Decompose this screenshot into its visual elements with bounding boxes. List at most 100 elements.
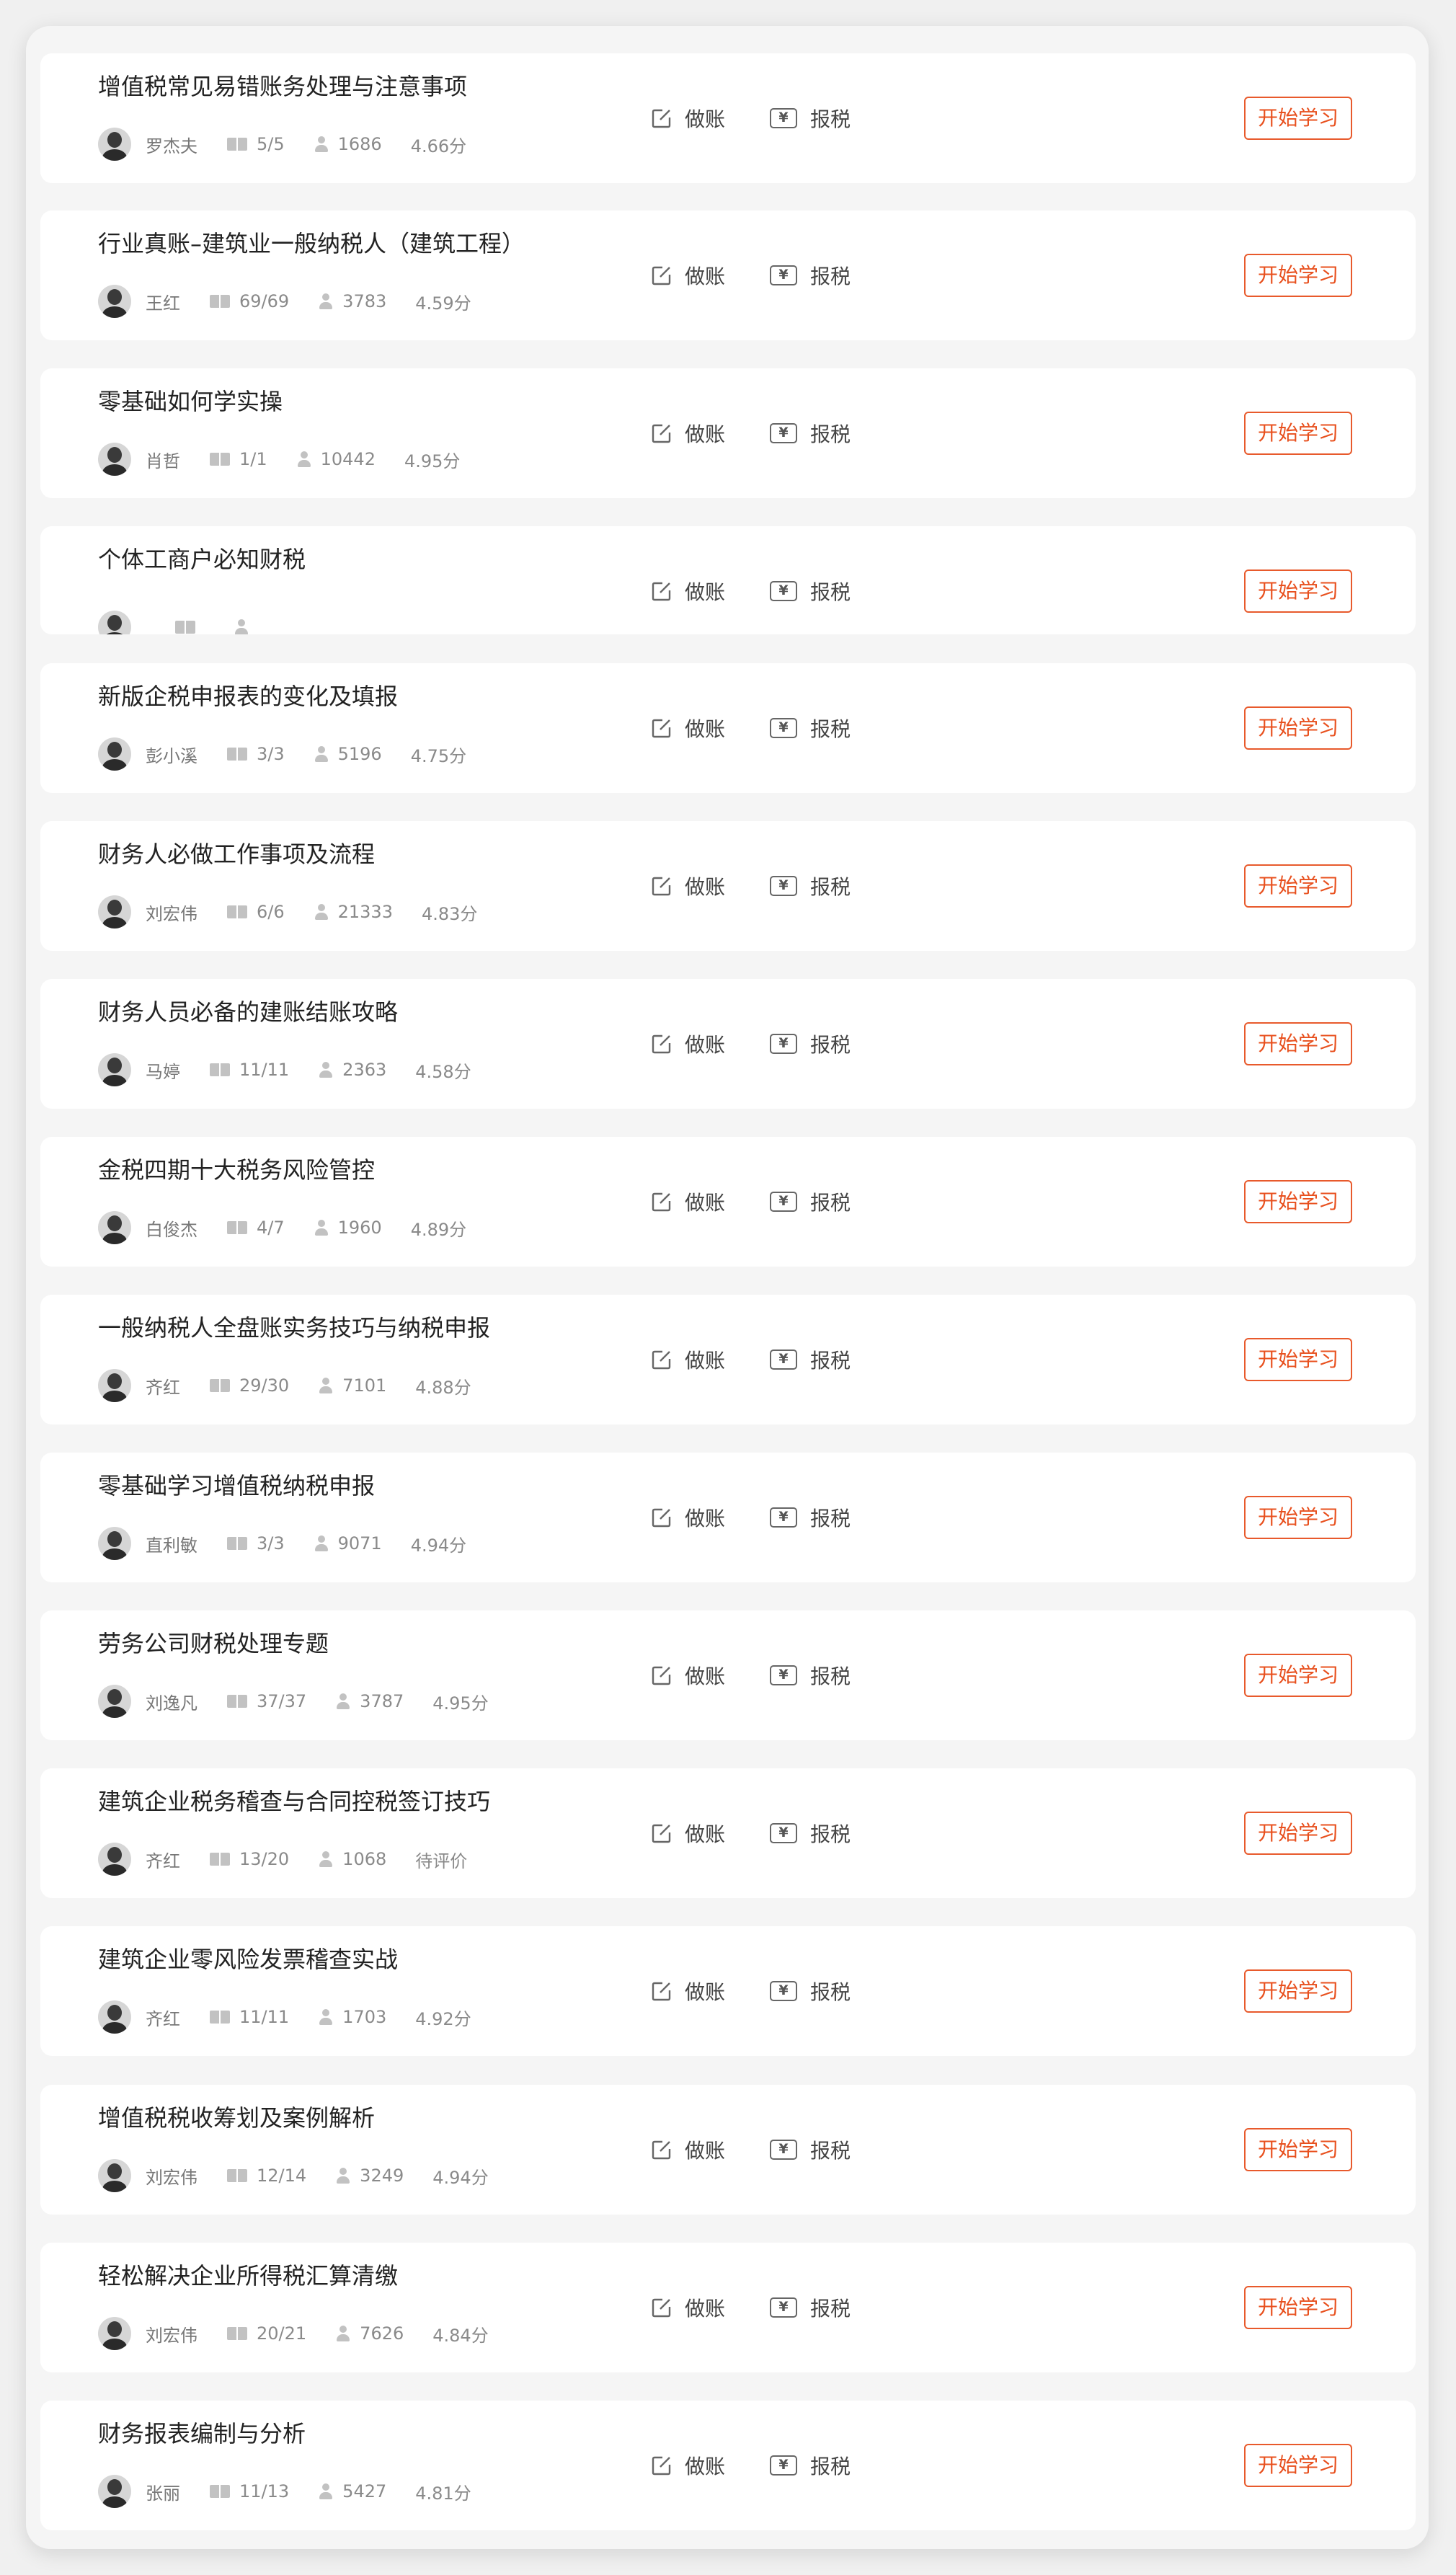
course-title[interactable]: 增值税税收筹划及案例解析 xyxy=(98,2104,375,2132)
start-learning-button[interactable]: 开始学习 xyxy=(1244,2128,1352,2171)
course-card[interactable]: 财务报表编制与分析 张丽 11/13 5427 4.81分 做账 ¥ 报税 开始… xyxy=(40,2401,1416,2530)
course-title[interactable]: 财务报表编制与分析 xyxy=(98,2419,306,2448)
yen-icon: ¥ xyxy=(770,581,797,601)
start-learning-button[interactable]: 开始学习 xyxy=(1244,1812,1352,1855)
course-card[interactable]: 行业真账–建筑业一般纳税人（建筑工程） 王红 69/69 3783 4.59分 … xyxy=(40,210,1416,340)
teacher-name: 齐红 xyxy=(146,2008,180,2029)
start-learning-button[interactable]: 开始学习 xyxy=(1244,254,1352,297)
tag-tax-filing: ¥ 报税 xyxy=(770,1187,851,1216)
course-rating: 4.84分 xyxy=(432,2325,489,2346)
start-learning-button[interactable]: 开始学习 xyxy=(1244,1180,1352,1223)
course-title[interactable]: 金税四期十大税务风险管控 xyxy=(98,1156,375,1184)
course-title[interactable]: 建筑企业零风险发票稽查实战 xyxy=(98,1945,398,1974)
start-learning-button[interactable]: 开始学习 xyxy=(1244,864,1352,908)
course-card[interactable]: 财务人必做工作事项及流程 刘宏伟 6/6 21333 4.83分 做账 ¥ 报税… xyxy=(40,821,1416,951)
start-learning-button[interactable]: 开始学习 xyxy=(1244,706,1352,750)
user-icon xyxy=(234,619,249,634)
course-title[interactable]: 财务人员必备的建账结账攻略 xyxy=(98,998,398,1027)
lesson-progress: 11/13 xyxy=(239,2481,290,2501)
course-card[interactable]: 新版企税申报表的变化及填报 彭小溪 3/3 5196 4.75分 做账 ¥ 报税… xyxy=(40,663,1416,793)
learner-count: 1068 xyxy=(342,1849,387,1869)
learner-count: 1686 xyxy=(337,134,382,154)
user-icon xyxy=(314,1219,329,1236)
course-card[interactable]: 零基础如何学实操 肖哲 1/1 10442 4.95分 做账 ¥ 报税 开始学习 xyxy=(40,368,1416,498)
lesson-progress: 37/37 xyxy=(257,1691,307,1711)
start-learning-button[interactable]: 开始学习 xyxy=(1244,1654,1352,1697)
course-title[interactable]: 零基础如何学实操 xyxy=(98,387,283,416)
course-title[interactable]: 建筑企业税务稽查与合同控税签订技巧 xyxy=(98,1787,490,1816)
course-card[interactable]: 财务人员必备的建账结账攻略 马婷 11/11 2363 4.58分 做账 ¥ 报… xyxy=(40,979,1416,1109)
tag-bookkeeping-label: 做账 xyxy=(685,1191,726,1215)
start-learning-button[interactable]: 开始学习 xyxy=(1244,1969,1352,2013)
start-learning-button[interactable]: 开始学习 xyxy=(1244,97,1352,140)
course-card[interactable]: 个体工商户必知财税 做账 ¥ 报税 开始学习 xyxy=(40,526,1416,634)
lesson-progress: 4/7 xyxy=(257,1218,285,1238)
course-card[interactable]: 劳务公司财税处理专题 刘逸凡 37/37 3787 4.95分 做账 ¥ 报税 … xyxy=(40,1610,1416,1740)
course-meta: 刘宏伟 20/21 7626 4.84分 xyxy=(98,2316,489,2351)
start-learning-button[interactable]: 开始学习 xyxy=(1244,569,1352,613)
edit-icon xyxy=(652,582,671,601)
user-icon xyxy=(335,2325,351,2342)
course-card[interactable]: 增值税税收筹划及案例解析 刘宏伟 12/14 3249 4.94分 做账 ¥ 报… xyxy=(40,2085,1416,2215)
book-icon xyxy=(226,1535,248,1551)
course-title[interactable]: 劳务公司财税处理专题 xyxy=(98,1629,329,1658)
course-card[interactable]: 轻松解决企业所得税汇算清缴 刘宏伟 20/21 7626 4.84分 做账 ¥ … xyxy=(40,2243,1416,2372)
start-learning-button[interactable]: 开始学习 xyxy=(1244,412,1352,455)
tag-tax-filing-label: 报税 xyxy=(810,1191,851,1215)
yen-icon: ¥ xyxy=(770,1507,797,1528)
teacher-name: 刘逸凡 xyxy=(146,1693,197,1714)
start-learning-button[interactable]: 开始学习 xyxy=(1244,2286,1352,2329)
start-learning-button[interactable]: 开始学习 xyxy=(1244,1022,1352,1065)
course-rating: 4.59分 xyxy=(415,293,471,314)
start-learning-button[interactable]: 开始学习 xyxy=(1244,1496,1352,1539)
course-title[interactable]: 财务人必做工作事项及流程 xyxy=(98,840,375,869)
tag-bookkeeping-label: 做账 xyxy=(685,107,726,131)
tag-tax-filing-label: 报税 xyxy=(810,107,851,131)
tag-bookkeeping: 做账 xyxy=(652,1029,725,1058)
course-title[interactable]: 一般纳税人全盘账实务技巧与纳税申报 xyxy=(98,1313,490,1342)
book-icon xyxy=(226,136,248,152)
learner-count: 1703 xyxy=(342,2007,387,2027)
tag-tax-filing: ¥ 报税 xyxy=(770,577,851,606)
course-title[interactable]: 轻松解决企业所得税汇算清缴 xyxy=(98,2261,398,2290)
lesson-progress: 29/30 xyxy=(239,1375,290,1396)
tag-tax-filing: ¥ 报税 xyxy=(770,1977,851,2006)
course-title[interactable]: 个体工商户必知财税 xyxy=(98,545,306,574)
tag-tax-filing-label: 报税 xyxy=(810,1033,851,1057)
course-card[interactable]: 建筑企业零风险发票稽查实战 齐红 11/11 1703 4.92分 做账 ¥ 报… xyxy=(40,1926,1416,2056)
course-rating: 待评价 xyxy=(415,1851,468,1871)
lesson-progress: 20/21 xyxy=(257,2323,307,2344)
book-icon xyxy=(226,2326,248,2341)
course-title[interactable]: 行业真账–建筑业一般纳税人（建筑工程） xyxy=(98,229,525,258)
edit-icon xyxy=(652,1034,671,1054)
edit-icon xyxy=(652,877,671,896)
course-card[interactable]: 建筑企业税务稽查与合同控税签订技巧 齐红 13/20 1068 待评价 做账 ¥… xyxy=(40,1768,1416,1898)
course-card[interactable]: 金税四期十大税务风险管控 白俊杰 4/7 1960 4.89分 做账 ¥ 报税 … xyxy=(40,1137,1416,1267)
course-title[interactable]: 零基础学习增值税纳税申报 xyxy=(98,1471,375,1500)
teacher-avatar xyxy=(98,443,131,476)
tag-bookkeeping: 做账 xyxy=(652,872,725,900)
teacher-name: 王红 xyxy=(146,293,180,314)
teacher-avatar xyxy=(98,1053,131,1086)
course-card[interactable]: 零基础学习增值税纳税申报 直利敏 3/3 9071 4.94分 做账 ¥ 报税 … xyxy=(40,1453,1416,1582)
tag-bookkeeping: 做账 xyxy=(652,2293,725,2322)
course-meta: 白俊杰 4/7 1960 4.89分 xyxy=(98,1210,466,1245)
course-card[interactable]: 增值税常见易错账务处理与注意事项 罗杰夫 5/5 1686 4.66分 做账 ¥… xyxy=(40,53,1416,183)
course-meta: 罗杰夫 5/5 1686 4.66分 xyxy=(98,127,466,161)
course-title[interactable]: 增值税常见易错账务处理与注意事项 xyxy=(98,72,467,101)
course-card[interactable]: 一般纳税人全盘账实务技巧与纳税申报 齐红 29/30 7101 4.88分 做账… xyxy=(40,1295,1416,1424)
tag-bookkeeping: 做账 xyxy=(652,2135,725,2164)
book-icon xyxy=(226,1220,248,1236)
teacher-avatar xyxy=(98,1211,131,1244)
course-meta: 马婷 11/11 2363 4.58分 xyxy=(98,1052,471,1087)
start-learning-button[interactable]: 开始学习 xyxy=(1244,1338,1352,1381)
learner-count: 9071 xyxy=(337,1533,382,1554)
edit-icon xyxy=(652,1666,671,1685)
course-title[interactable]: 新版企税申报表的变化及填报 xyxy=(98,682,398,711)
start-learning-button[interactable]: 开始学习 xyxy=(1244,2444,1352,2487)
tag-bookkeeping: 做账 xyxy=(652,1661,725,1690)
edit-icon xyxy=(652,719,671,738)
course-meta: 王红 69/69 3783 4.59分 xyxy=(98,284,471,319)
book-icon xyxy=(174,619,196,634)
tag-tax-filing: ¥ 报税 xyxy=(770,261,851,290)
